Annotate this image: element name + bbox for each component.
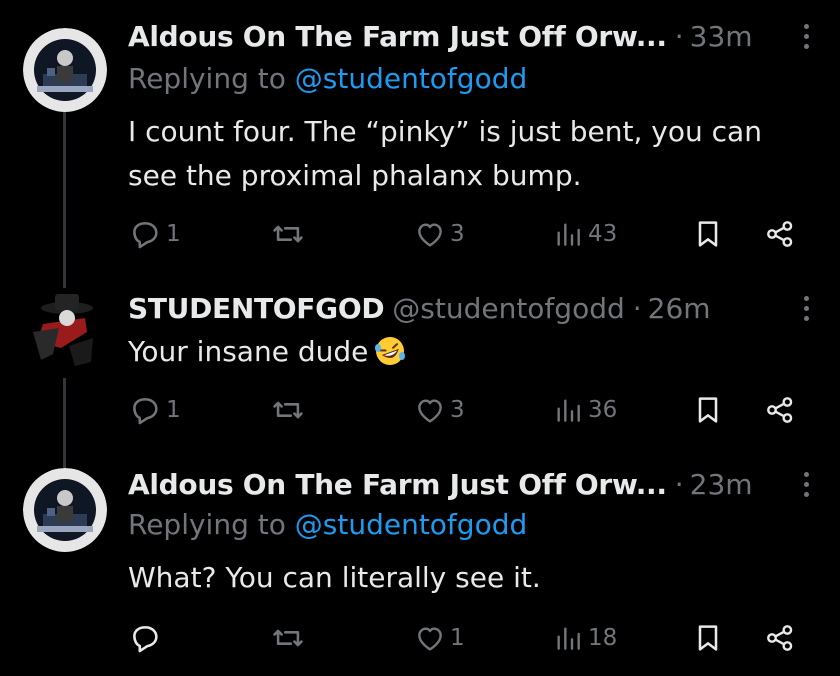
avatar[interactable] bbox=[23, 468, 107, 552]
repost-button[interactable] bbox=[270, 618, 310, 658]
repost-icon bbox=[273, 401, 303, 419]
avatar[interactable] bbox=[23, 28, 107, 112]
repost-button[interactable] bbox=[270, 390, 310, 430]
share-icon bbox=[767, 221, 793, 247]
views-count: 43 bbox=[588, 221, 618, 247]
replying-to-label: Replying to bbox=[128, 508, 295, 541]
like-icon bbox=[418, 223, 442, 247]
bookmark-button[interactable] bbox=[692, 618, 724, 658]
separator-dot: · bbox=[674, 19, 684, 53]
replying-to: Replying to @studentofgodd bbox=[128, 508, 527, 541]
avatar[interactable] bbox=[23, 288, 107, 372]
like-count: 1 bbox=[450, 625, 465, 651]
views-icon bbox=[557, 223, 580, 246]
reply-button[interactable] bbox=[128, 618, 166, 658]
tweet-text-line: I count four. The “pinky” is just bent, … bbox=[128, 115, 762, 148]
tweet-text-line: Your insane dude bbox=[128, 335, 369, 368]
tweet-text-line: see the proximal phalanx bump. bbox=[128, 159, 582, 192]
share-button[interactable] bbox=[764, 390, 796, 430]
reply-icon bbox=[133, 222, 158, 249]
reply-button[interactable]: 1 bbox=[128, 390, 181, 430]
display-name[interactable]: Aldous On The Farm Just Off Orw... bbox=[128, 20, 667, 53]
views-button[interactable]: 36 bbox=[552, 390, 617, 430]
repost-icon bbox=[273, 225, 303, 243]
tweet-text: Your insane dude bbox=[128, 330, 810, 374]
action-bar: 1 18 bbox=[128, 618, 800, 658]
user-handle[interactable]: @studentofgodd bbox=[392, 292, 624, 325]
bookmark-icon bbox=[698, 625, 718, 651]
laughing-emoji bbox=[375, 337, 406, 365]
bookmark-icon bbox=[698, 397, 718, 423]
like-button[interactable]: 1 bbox=[414, 618, 465, 658]
like-count: 3 bbox=[450, 397, 465, 423]
tweet-text: I count four. The “pinky” is just bent, … bbox=[128, 110, 810, 198]
share-button[interactable] bbox=[764, 618, 796, 658]
separator-dot: · bbox=[674, 467, 684, 501]
views-button[interactable]: 18 bbox=[552, 618, 617, 658]
tweet-header: Aldous On The Farm Just Off Orw... · 23m bbox=[128, 462, 820, 506]
replying-to-label: Replying to bbox=[128, 62, 295, 95]
views-count: 18 bbox=[588, 625, 618, 651]
share-icon bbox=[767, 397, 793, 423]
display-name[interactable]: STUDENTOFGOD bbox=[128, 292, 385, 325]
reply-button[interactable]: 1 bbox=[128, 214, 181, 254]
reply-count: 1 bbox=[166, 397, 181, 423]
share-button[interactable] bbox=[764, 214, 796, 254]
reply-icon bbox=[133, 626, 158, 653]
like-button[interactable]: 3 bbox=[414, 214, 465, 254]
reply-count: 1 bbox=[166, 221, 181, 247]
tweet-header: STUDENTOFGOD @studentofgodd · 26m bbox=[128, 286, 820, 330]
tweet-text: What? You can literally see it. bbox=[128, 556, 810, 600]
views-icon bbox=[557, 399, 580, 422]
replying-to-handle[interactable]: @studentofgodd bbox=[295, 62, 527, 95]
timestamp[interactable]: 23m bbox=[690, 468, 753, 501]
views-button[interactable]: 43 bbox=[552, 214, 617, 254]
separator-dot: · bbox=[632, 291, 642, 325]
tweet-text-line: What? You can literally see it. bbox=[128, 561, 541, 594]
share-icon bbox=[767, 625, 793, 651]
more-icon[interactable] bbox=[792, 292, 820, 324]
action-bar: 1 3 36 bbox=[128, 390, 800, 430]
tweet[interactable]: Aldous On The Farm Just Off Orw... · 33m… bbox=[0, 14, 840, 264]
like-button[interactable]: 3 bbox=[414, 390, 465, 430]
tweet-header: Aldous On The Farm Just Off Orw... · 33m bbox=[128, 14, 820, 58]
like-icon bbox=[418, 399, 442, 423]
views-count: 36 bbox=[588, 397, 618, 423]
tweet[interactable]: STUDENTOFGOD @studentofgodd · 26m Your i… bbox=[0, 286, 840, 446]
tweet[interactable]: Aldous On The Farm Just Off Orw... · 23m… bbox=[0, 462, 840, 672]
timestamp[interactable]: 26m bbox=[648, 292, 711, 325]
display-name[interactable]: Aldous On The Farm Just Off Orw... bbox=[128, 468, 667, 501]
reply-icon bbox=[133, 398, 158, 425]
replying-to-handle[interactable]: @studentofgodd bbox=[295, 508, 527, 541]
bookmark-icon bbox=[698, 221, 718, 247]
like-icon bbox=[418, 627, 442, 651]
more-icon[interactable] bbox=[792, 20, 820, 52]
action-bar: 1 3 43 bbox=[128, 214, 800, 254]
repost-icon bbox=[273, 629, 303, 647]
like-count: 3 bbox=[450, 221, 465, 247]
more-icon[interactable] bbox=[792, 468, 820, 500]
replying-to: Replying to @studentofgodd bbox=[128, 62, 527, 95]
bookmark-button[interactable] bbox=[692, 390, 724, 430]
repost-button[interactable] bbox=[270, 214, 310, 254]
timestamp[interactable]: 33m bbox=[690, 20, 753, 53]
views-icon bbox=[557, 627, 580, 650]
bookmark-button[interactable] bbox=[692, 214, 724, 254]
